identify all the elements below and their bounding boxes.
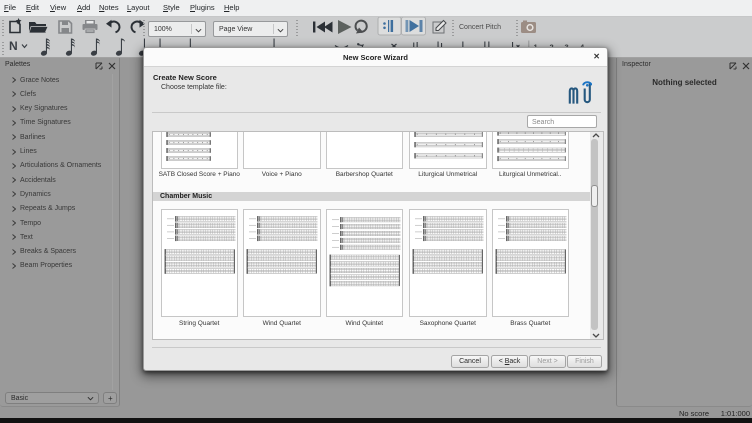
svg-text:N: N <box>9 39 18 53</box>
